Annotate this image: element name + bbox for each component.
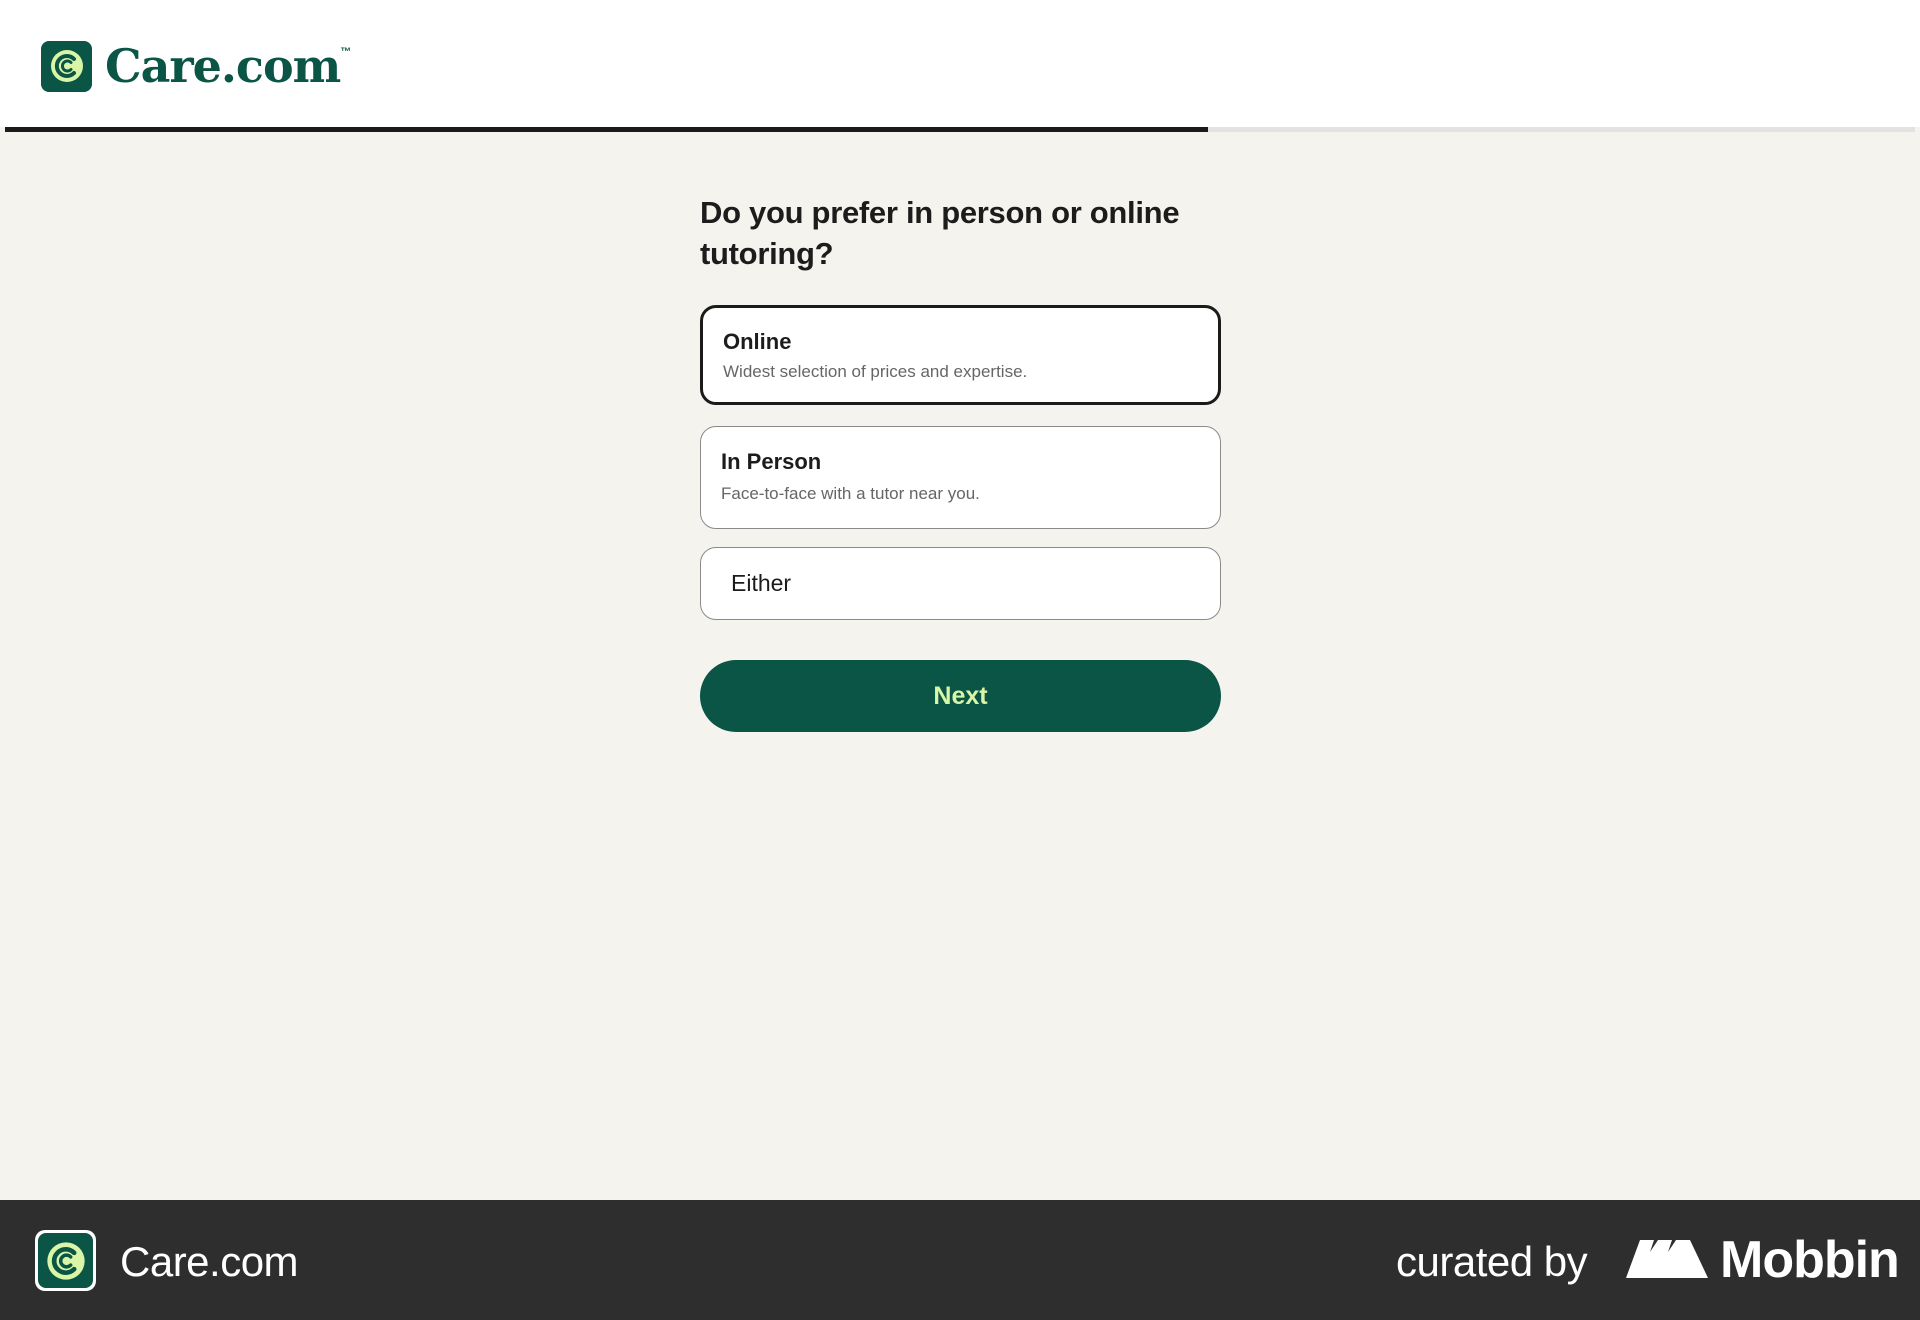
question-heading: Do you prefer in person or online tutori… (700, 195, 1180, 271)
option-description: Widest selection of prices and expertise… (723, 362, 1028, 381)
curated-by-label: curated by (1396, 1238, 1588, 1285)
option-title: Online (723, 329, 792, 354)
next-button[interactable]: Next (700, 660, 1221, 732)
progress-bar (5, 127, 1915, 132)
progress-bar-fill (5, 127, 1209, 132)
trademark: ™ (340, 46, 352, 58)
option-online[interactable]: Online Widest selection of prices and ex… (700, 305, 1221, 405)
option-title: In Person (721, 449, 822, 474)
footer-app-name: Care.com (120, 1238, 299, 1285)
care-logo-icon (41, 40, 92, 92)
question-form: Do you prefer in person or online tutori… (700, 192, 1221, 732)
mobbin-logo-icon (1626, 1240, 1708, 1278)
brand-name: Care.com (105, 39, 341, 93)
app-icon (35, 1230, 96, 1291)
option-either[interactable]: Either (700, 547, 1221, 620)
header: Care.com ™ (0, 0, 1920, 127)
option-description: Face-to-face with a tutor near you. (721, 484, 980, 503)
option-in-person[interactable]: In Person Face-to-face with a tutor near… (700, 426, 1221, 529)
mobbin-wordmark: Mobbin (1720, 1231, 1900, 1289)
brand-logo-link[interactable]: Care.com ™ (41, 40, 351, 92)
footer: Care.com curated by Mobbin (0, 1200, 1920, 1320)
option-title: Either (731, 570, 792, 596)
page: Care.com ™ Do you prefer in person or on… (0, 0, 1920, 1320)
